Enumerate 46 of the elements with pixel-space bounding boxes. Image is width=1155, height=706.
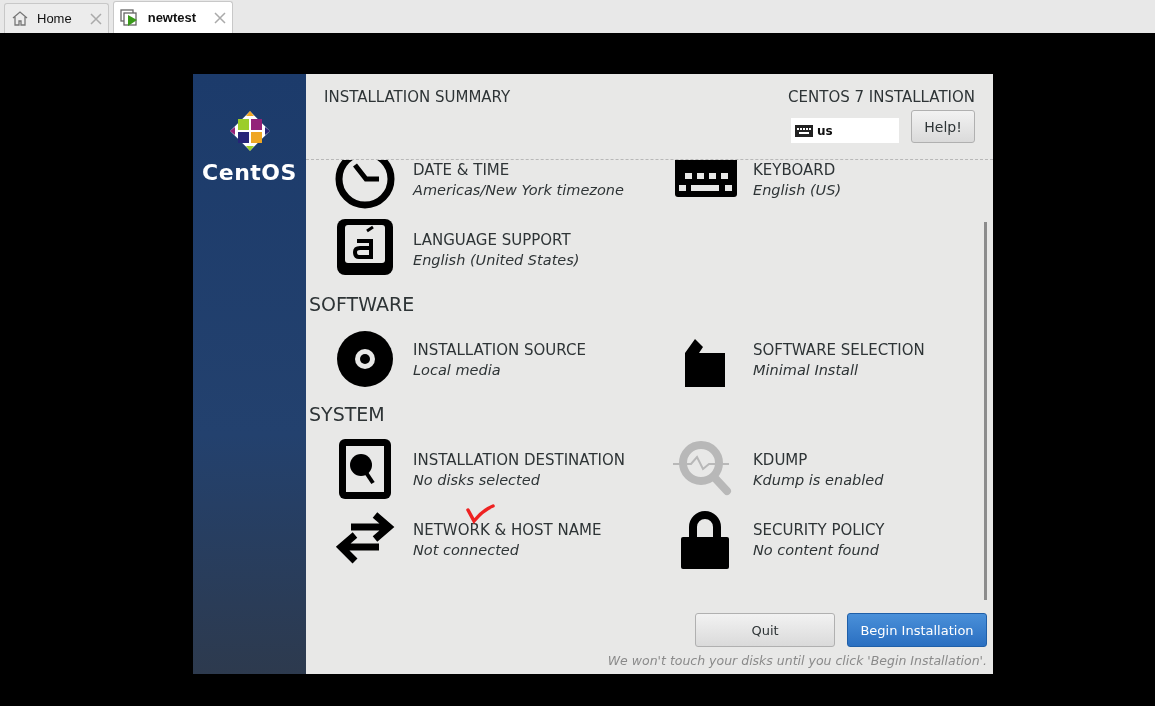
virtual-machine-icon — [119, 8, 140, 27]
close-icon[interactable] — [214, 11, 227, 24]
spoke-status: No content found — [753, 541, 880, 558]
logo-text: CentOS — [202, 160, 297, 185]
product-title: CENTOS 7 INSTALLATION — [788, 88, 975, 106]
spoke-item[interactable]: KEYBOARD English (US) — [673, 160, 993, 214]
clock-icon — [333, 160, 397, 211]
spoke-item[interactable]: DATE & TIME Americas/New York timezone — [333, 160, 673, 214]
spoke-title: DATE & TIME — [413, 160, 511, 179]
help-button[interactable]: Help! — [911, 110, 975, 143]
keyboard-layout-text: us — [817, 123, 833, 138]
spoke-status: Americas/New York timezone — [413, 181, 624, 198]
footer-note: We won't touch your disks until you click 'Begin Installation'. — [607, 653, 987, 668]
spoke-item[interactable]: SOFTWARE SELECTION Minimal Install — [673, 324, 993, 394]
scrollbar[interactable] — [984, 222, 987, 600]
page-title: INSTALLATION SUMMARY — [324, 88, 511, 108]
spoke-status: No disks selected — [413, 471, 541, 488]
keyboard-icon — [795, 124, 813, 137]
keyboard-layout-field[interactable]: us — [791, 118, 899, 143]
home-icon — [11, 10, 29, 27]
spoke-status: English (US) — [753, 181, 842, 198]
spoke-status: English (United States) — [413, 251, 580, 268]
section-heading: SYSTEM — [309, 402, 386, 427]
spoke-item[interactable]: NETWORK & HOST NAME Not connected — [333, 504, 673, 574]
spoke-title: LANGUAGE SUPPORT — [413, 230, 572, 249]
spoke-item[interactable]: LANGUAGE SUPPORT English (United States) — [333, 214, 673, 284]
close-icon[interactable] — [89, 12, 102, 25]
spoke-item[interactable]: INSTALLATION SOURCE Local media — [333, 324, 673, 394]
spoke-title: INSTALLATION SOURCE — [413, 340, 586, 359]
spoke-title: INSTALLATION DESTINATION — [413, 450, 626, 469]
spoke-title: KDUMP — [753, 450, 809, 469]
tab[interactable]: newtest — [112, 1, 234, 33]
spoke-status: Minimal Install — [753, 361, 860, 378]
spoke-item[interactable]: INSTALLATION DESTINATION No disks selected — [333, 434, 673, 504]
quit-button[interactable]: Quit — [695, 613, 835, 647]
spoke-status: Not connected — [413, 541, 520, 558]
tab[interactable]: Home — [4, 3, 109, 33]
spoke-title: KEYBOARD — [753, 160, 837, 179]
spoke-item[interactable]: SECURITY POLICY No content found — [673, 504, 993, 574]
spoke-title: NETWORK & HOST NAME — [413, 520, 602, 539]
spoke-status: Local media — [413, 361, 502, 378]
spoke-status: Kdump is enabled — [753, 471, 884, 488]
spoke-title: SOFTWARE SELECTION — [753, 340, 925, 359]
begin-installation-button[interactable]: Begin Installation — [847, 613, 987, 647]
spoke-title: SECURITY POLICY — [753, 520, 885, 539]
section-heading: SOFTWARE — [309, 292, 416, 317]
